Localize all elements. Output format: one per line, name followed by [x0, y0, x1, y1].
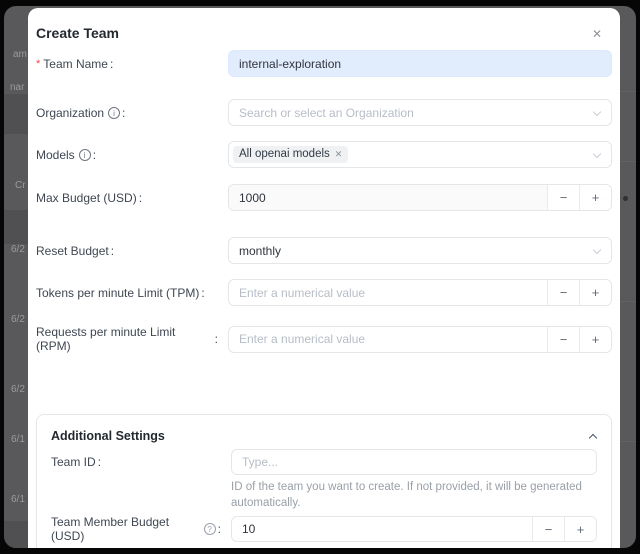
background-row-band [4, 94, 30, 134]
additional-settings-panel: Additional Settings Team ID : ID of the … [36, 414, 612, 548]
chevron-down-icon [594, 246, 601, 253]
background-row-divider [620, 91, 636, 92]
chevron-up-icon[interactable] [589, 432, 597, 440]
create-team-modal: Create Team ✕ * Team Name : Organization… [28, 8, 620, 548]
max-budget-stepper: − + [228, 184, 612, 211]
tpm-label: Tokens per minute Limit (TPM) : [36, 286, 228, 300]
background-scroll-dot [623, 196, 628, 201]
info-icon[interactable]: i [108, 107, 120, 119]
team-member-budget-label: Team Member Budget (USD) ? : [51, 515, 231, 543]
team-name-label: * Team Name : [36, 57, 228, 71]
max-budget-input[interactable] [229, 185, 547, 210]
organization-row: Organization i : Search or select an Org… [36, 99, 612, 126]
rpm-label: Requests per minute Limit (RPM) : [36, 325, 228, 353]
required-mark: * [36, 57, 40, 71]
reset-budget-value: monthly [239, 244, 281, 258]
team-member-budget-row: Team Member Budget (USD) ? : − + [51, 515, 597, 543]
background-row-divider [620, 161, 636, 162]
model-tag: All openai models ✕ [233, 146, 348, 163]
tpm-input[interactable] [229, 280, 547, 305]
max-budget-label: Max Budget (USD) : [36, 191, 228, 205]
background-text-fragment: 6/1 [11, 494, 25, 505]
dimmed-page-overlay: am nar Cr 6/2 6/2 6/2 6/1 6/1 Create Tea… [4, 6, 636, 548]
additional-settings-title: Additional Settings [51, 429, 165, 443]
background-row-band [4, 210, 30, 244]
background-row-divider [620, 301, 636, 302]
decrement-button[interactable]: − [547, 280, 579, 305]
rpm-input[interactable] [229, 327, 547, 352]
decrement-button[interactable]: − [547, 185, 579, 210]
close-icon[interactable]: ✕ [592, 28, 602, 40]
background-text-fragment: 6/1 [11, 434, 25, 445]
decrement-button[interactable]: − [532, 517, 564, 541]
reset-budget-label: Reset Budget : [36, 244, 228, 258]
tpm-row: Tokens per minute Limit (TPM) : − + [36, 279, 612, 306]
background-text-fragment: nar [10, 82, 24, 93]
info-icon[interactable]: i [79, 149, 91, 161]
reset-budget-row: Reset Budget : monthly [36, 237, 612, 264]
background-text-fragment: 6/2 [11, 314, 25, 325]
models-row: Models i : All openai models ✕ [36, 141, 612, 168]
question-icon[interactable]: ? [204, 523, 216, 535]
organization-label: Organization i : [36, 106, 228, 120]
background-row-band [4, 521, 30, 548]
tpm-stepper: − + [228, 279, 612, 306]
team-member-budget-input[interactable] [232, 517, 532, 541]
reset-budget-select[interactable]: monthly [228, 237, 612, 264]
team-id-help-text: ID of the team you want to create. If no… [231, 479, 595, 511]
modal-title: Create Team [36, 24, 612, 42]
chevron-down-icon [594, 150, 601, 157]
background-row-divider [620, 441, 636, 442]
increment-button[interactable]: + [579, 280, 611, 305]
max-budget-row: Max Budget (USD) : − + [36, 184, 612, 211]
rpm-stepper: − + [228, 326, 612, 353]
models-select[interactable]: All openai models ✕ [228, 141, 612, 168]
chevron-down-icon [594, 108, 601, 115]
decrement-button[interactable]: − [547, 327, 579, 352]
background-text-fragment: Cr [15, 180, 26, 191]
increment-button[interactable]: + [579, 185, 611, 210]
background-text-fragment: 6/2 [11, 384, 25, 395]
background-text-fragment: 6/2 [11, 244, 25, 255]
additional-settings-header[interactable]: Additional Settings [51, 423, 597, 449]
team-name-input[interactable] [228, 50, 612, 77]
team-name-row: * Team Name : [36, 50, 612, 77]
team-id-row: Team ID : [51, 449, 597, 475]
models-label: Models i : [36, 148, 228, 162]
team-id-input[interactable] [231, 449, 597, 475]
rpm-row: Requests per minute Limit (RPM) : − + [36, 325, 612, 353]
team-member-budget-stepper: − + [231, 516, 597, 542]
tag-remove-icon[interactable]: ✕ [335, 150, 343, 159]
organization-placeholder: Search or select an Organization [239, 106, 414, 120]
organization-select[interactable]: Search or select an Organization [228, 99, 612, 126]
background-text-fragment: am [13, 49, 27, 60]
team-id-label: Team ID : [51, 455, 231, 469]
increment-button[interactable]: + [564, 517, 596, 541]
increment-button[interactable]: + [579, 327, 611, 352]
